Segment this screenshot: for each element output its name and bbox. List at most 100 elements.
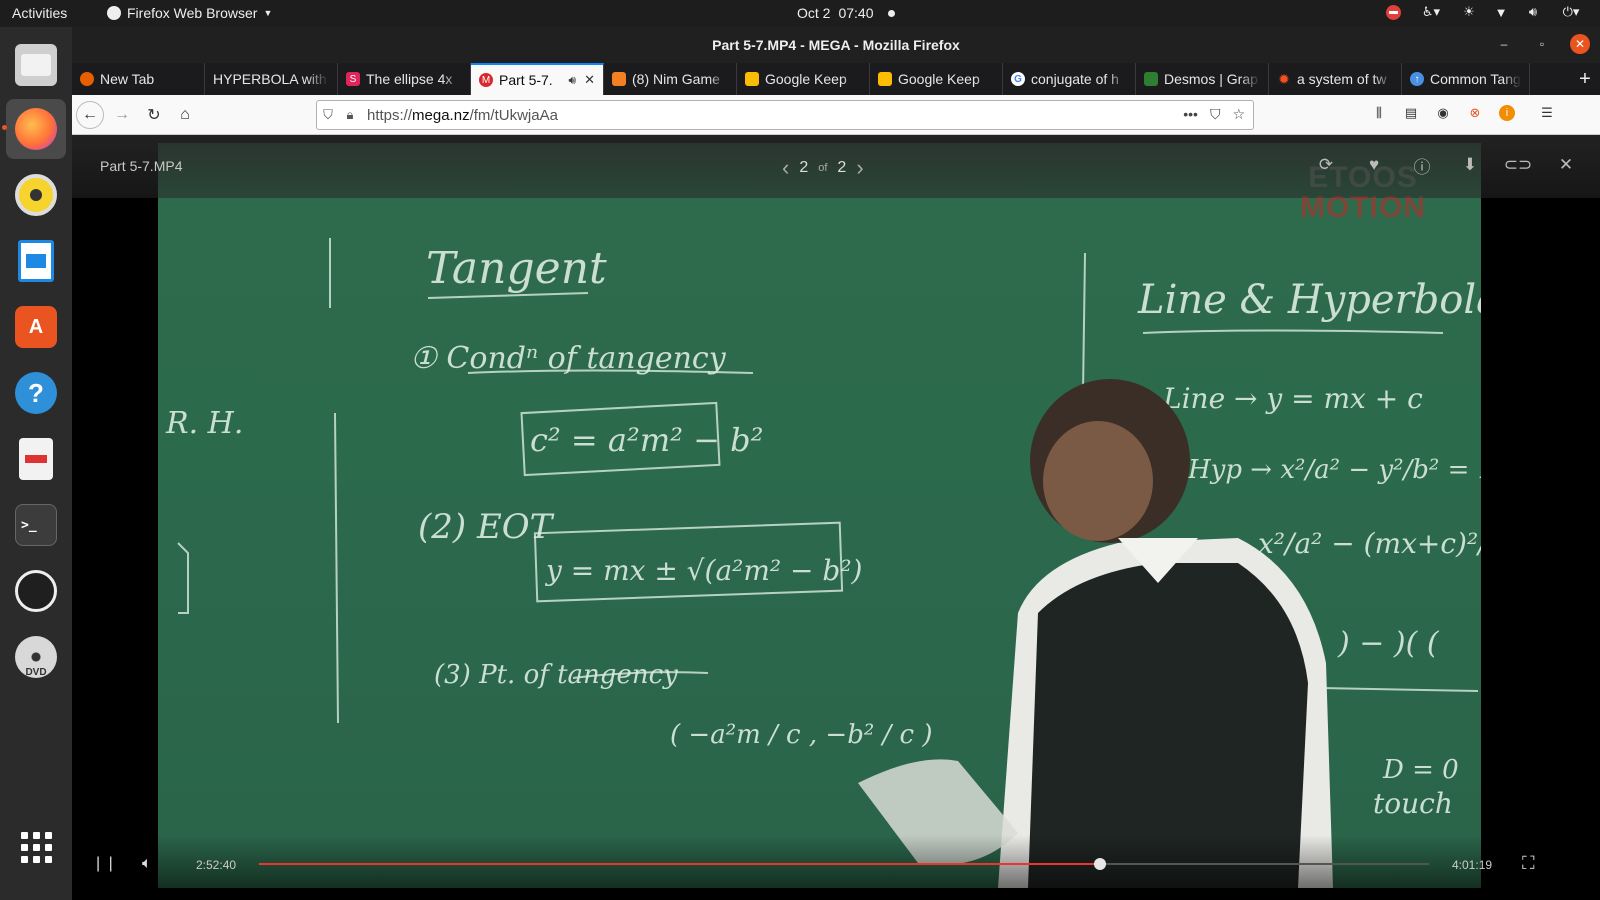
fullscreen-icon[interactable]: ⛶ [1522, 853, 1535, 874]
close-window-button[interactable]: ✕ [1570, 34, 1590, 54]
account-icon[interactable]: ◉ [1432, 102, 1454, 124]
link-icon[interactable]: ⊂⊃ [1504, 153, 1533, 177]
library-icon[interactable]: ⫼ [1368, 102, 1390, 124]
obs-icon [15, 570, 57, 612]
tab-label: Desmos | Grap [1164, 71, 1258, 87]
seek-handle[interactable] [1094, 858, 1107, 870]
dock-software[interactable]: A [6, 297, 66, 357]
seek-bar[interactable] [259, 858, 1429, 870]
file-name: Part 5-7.MP4 [100, 158, 183, 174]
dock-firefox[interactable] [2, 99, 66, 159]
shield-icon[interactable]: ⛉ [317, 107, 339, 123]
wifi-icon[interactable]: ▼ [1492, 3, 1510, 21]
volume-icon[interactable]: 🔊︎ [1524, 3, 1542, 21]
viewer-header: Part 5-7.MP4 ‹ 2 of 2 › ETOOS MOTION ⟳ ♥… [72, 135, 1600, 223]
extension-icon[interactable]: ⊗ [1464, 102, 1486, 124]
url-text[interactable]: https://mega.nz/fm/tUkwjaAa [367, 107, 558, 124]
clock[interactable]: Oct 2 07:40 [797, 5, 895, 21]
tab-new-tab[interactable]: New Tab [72, 63, 205, 95]
tab-google-keep-2[interactable]: Google Keep [870, 63, 1003, 95]
page-actions-icon[interactable]: ••• [1183, 106, 1198, 123]
tab-strip: New Tab HYPERBOLA with S The ellipse 4x … [72, 63, 1600, 95]
video-frame[interactable]: Tangent ① Condⁿ of tangency c² = a²m² − … [158, 143, 1481, 888]
google-icon: G [1011, 72, 1025, 86]
sidebar-icon[interactable]: ▤ [1400, 102, 1422, 124]
help-icon: ? [15, 372, 57, 414]
dock-document-viewer[interactable] [6, 429, 66, 489]
show-applications-button[interactable] [6, 817, 66, 877]
tab-part-5-7[interactable]: M Part 5-7. 🔊︎ ✕ [471, 63, 604, 95]
accessibility-icon[interactable]: ♿︎▾ [1416, 3, 1446, 21]
dock-writer[interactable] [6, 231, 66, 291]
time: 07:40 [838, 5, 874, 21]
tab-label: The ellipse 4x [366, 71, 453, 87]
close-icon[interactable]: ✕ [1554, 153, 1578, 177]
keep-icon [878, 72, 892, 86]
board-cond-formula: c² = a²m² − b² [530, 421, 763, 459]
tab-common-tangent[interactable]: ↑ Common Tang [1402, 63, 1530, 95]
do-not-disturb-icon[interactable] [1384, 3, 1402, 21]
player-controls: | | 🔈︎ 2:52:40 4:01:19 ⛶ [72, 835, 1600, 900]
notification-dot [887, 9, 895, 17]
close-tab-icon[interactable]: ✕ [584, 72, 595, 88]
info-icon[interactable]: ⓘ [1410, 153, 1434, 177]
tab-nim-game[interactable]: (8) Nim Game [604, 63, 737, 95]
rotate-icon[interactable]: ⟳ [1314, 153, 1338, 177]
favorite-heart-icon[interactable]: ♥ [1362, 153, 1386, 177]
download-icon[interactable]: ⬇ [1458, 153, 1482, 177]
app-name: Firefox Web Browser [127, 5, 258, 21]
back-button[interactable]: ← [76, 101, 104, 129]
app-grid-icon [20, 831, 52, 863]
tab-conjugate[interactable]: G conjugate of h [1003, 63, 1136, 95]
tab-desmos[interactable]: Desmos | Grap [1136, 63, 1269, 95]
firefox-window: Part 5-7.MP4 - MEGA - Mozilla Firefox – … [72, 27, 1600, 900]
speaker-icon[interactable]: 🔊︎ [569, 73, 577, 88]
app-menu[interactable]: Firefox Web Browser ▼ [107, 5, 272, 21]
lock-icon[interactable]: 🔒︎ [339, 107, 361, 123]
dock-files[interactable] [6, 35, 66, 95]
tab-label: Common Tang [1430, 71, 1521, 87]
info-extension-icon[interactable]: i [1496, 102, 1518, 124]
mega-icon: M [479, 73, 493, 87]
chevron-left-icon[interactable]: ‹ [782, 155, 789, 181]
menu-icon[interactable]: ☰ [1536, 102, 1558, 124]
system-top-bar: Activities Firefox Web Browser ▼ Oct 2 0… [0, 0, 1600, 27]
dock-obs[interactable] [6, 561, 66, 621]
url-actions: ••• ⛉ ☆ [1183, 106, 1245, 123]
dock-dvd[interactable]: DVD [6, 627, 66, 687]
dock-rhythmbox[interactable] [6, 165, 66, 225]
dock-terminal[interactable]: >_ [6, 495, 66, 555]
tab-hyperbola[interactable]: HYPERBOLA with [205, 63, 338, 95]
pause-button[interactable]: | | [96, 855, 115, 873]
bookmark-star-icon[interactable]: ☆ [1232, 106, 1245, 123]
board-hyp-eq: Hyp → x²/a² − y²/b² = 1 [1187, 455, 1481, 485]
date: Oct 2 [797, 5, 831, 21]
brightness-icon[interactable]: ☀ [1460, 3, 1478, 21]
mega-media-viewer: Tangent ① Condⁿ of tangency c² = a²m² − … [72, 135, 1600, 900]
tab-label: Google Keep [898, 71, 980, 87]
chevron-right-icon[interactable]: › [856, 155, 863, 181]
tab-label: New Tab [100, 71, 155, 87]
upload-icon: ↑ [1410, 72, 1424, 86]
board-eot-formula: y = mx ± √(a²m² − b²) [544, 554, 862, 587]
maximize-button[interactable]: ▫ [1532, 34, 1552, 54]
activities-button[interactable]: Activities [12, 5, 67, 21]
minimize-button[interactable]: – [1494, 34, 1514, 54]
window-titlebar[interactable]: Part 5-7.MP4 - MEGA - Mozilla Firefox – … [72, 27, 1600, 63]
tab-system-of-two[interactable]: ✹ a system of tw [1269, 63, 1402, 95]
tab-ellipse[interactable]: S The ellipse 4x [338, 63, 471, 95]
tab-google-keep-1[interactable]: Google Keep [737, 63, 870, 95]
url-bar[interactable]: ⛉ 🔒︎ https://mega.nz/fm/tUkwjaAa ••• ⛉ ☆ [316, 100, 1254, 130]
board-d-note: D = 0 [1382, 755, 1459, 785]
system-tray[interactable]: ♿︎▾ ☀ ▼ 🔊︎ ⏻▾ [1384, 3, 1586, 21]
dock-help[interactable]: ? [6, 363, 66, 423]
volume-icon[interactable]: 🔈︎ [142, 855, 152, 873]
forward-button[interactable]: → [108, 101, 136, 129]
window-title: Part 5-7.MP4 - MEGA - Mozilla Firefox [712, 37, 960, 53]
dock: A ? >_ DVD [0, 27, 72, 900]
pocket-icon[interactable]: ⛉ [1210, 106, 1221, 123]
power-icon[interactable]: ⏻▾ [1556, 3, 1586, 21]
reload-button[interactable]: ↻ [140, 101, 168, 129]
new-tab-button[interactable]: + [1570, 63, 1600, 95]
home-button[interactable]: ⌂ [171, 101, 199, 129]
